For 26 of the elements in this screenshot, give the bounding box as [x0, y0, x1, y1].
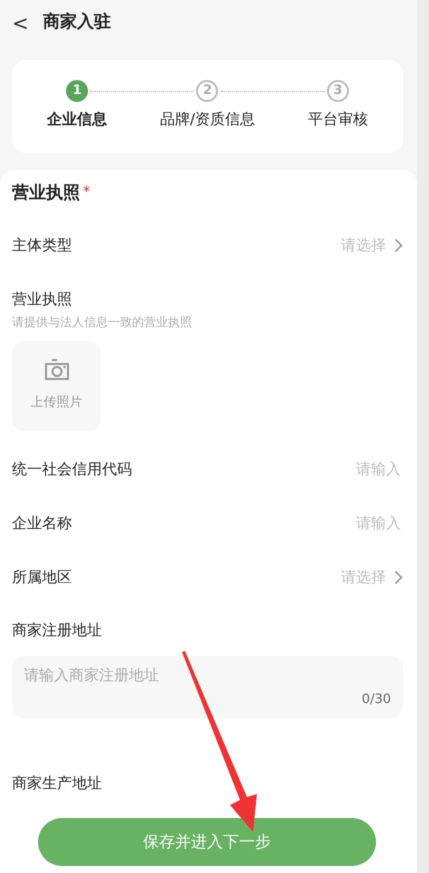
- chevron-right-icon: [394, 238, 403, 252]
- camera-icon: [44, 358, 70, 381]
- step-number: 3: [326, 80, 349, 102]
- field-hint: 请提供与法人信息一致的营业执照: [12, 314, 193, 330]
- field-label: 企业名称: [12, 512, 72, 534]
- back-button[interactable]: <: [12, 12, 29, 32]
- select-field[interactable]: 请选择: [341, 566, 403, 588]
- step-number: 1: [66, 80, 88, 102]
- field-label: 商家生产地址: [12, 772, 102, 794]
- select-field[interactable]: 请选择: [341, 234, 403, 256]
- char-counter: 0/30: [362, 691, 391, 709]
- field-label: 所属地区: [12, 566, 72, 588]
- submit-button[interactable]: 保存并进入下一步: [38, 818, 376, 866]
- step-label: 企业信息: [47, 109, 108, 130]
- field-label: 商家注册地址: [12, 620, 103, 641]
- step-number: 2: [196, 80, 218, 102]
- field-label: 统一社会信用代码: [12, 458, 132, 480]
- step-label: 品牌/资质信息: [160, 109, 256, 130]
- page-title: 商家入驻: [42, 10, 111, 34]
- step-label: 平台审核: [308, 109, 368, 130]
- field-label: 营业执照: [12, 289, 73, 310]
- upload-button[interactable]: 上传照片: [12, 340, 101, 430]
- chevron-right-icon: [394, 570, 403, 584]
- section-title: 营业执照: [12, 182, 80, 206]
- field-label: 主体类型: [12, 234, 72, 256]
- required-mark: *: [83, 183, 90, 202]
